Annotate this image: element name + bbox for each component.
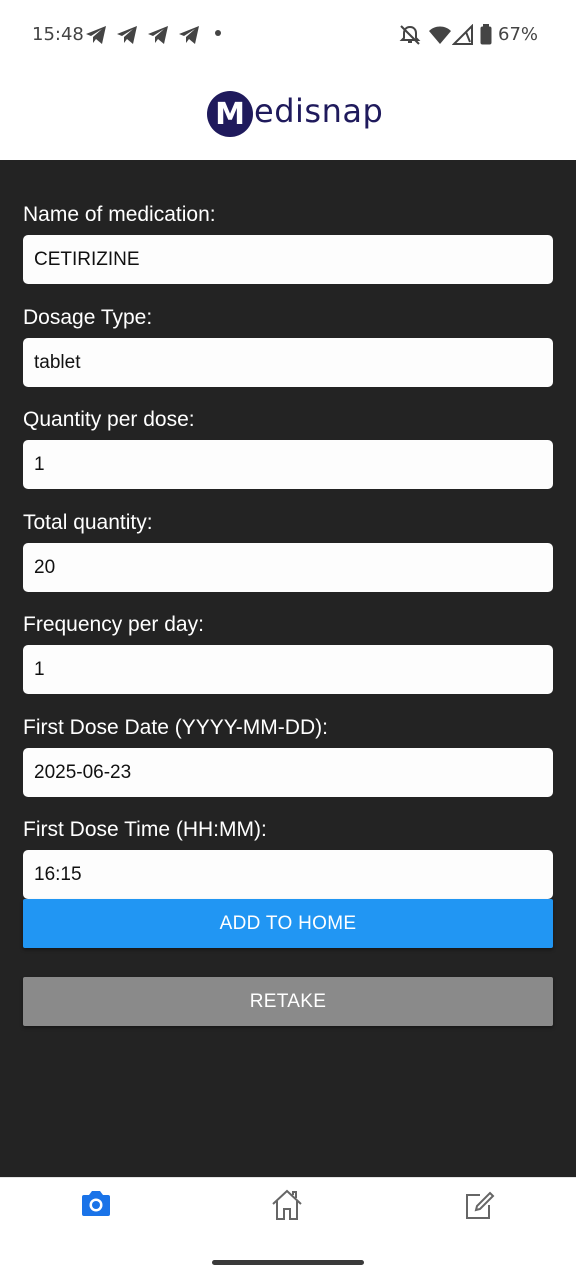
quantity-per-dose-label: Quantity per dose: bbox=[23, 408, 195, 431]
quantity-per-dose-input[interactable] bbox=[23, 440, 553, 489]
frequency-input[interactable] bbox=[23, 645, 553, 694]
first-dose-date-input[interactable] bbox=[23, 748, 553, 797]
telegram-icon bbox=[148, 26, 168, 44]
mute-icon bbox=[399, 25, 421, 45]
battery-icon bbox=[480, 24, 492, 45]
battery-percentage: 67% bbox=[498, 24, 539, 45]
medication-name-input[interactable] bbox=[23, 235, 553, 284]
telegram-icon bbox=[179, 26, 199, 44]
home-indicator[interactable] bbox=[212, 1260, 364, 1265]
app-logo-text: edisnap bbox=[254, 92, 384, 130]
dosage-type-input[interactable] bbox=[23, 338, 553, 387]
home-icon[interactable] bbox=[270, 1188, 304, 1222]
first-dose-time-input[interactable] bbox=[23, 850, 553, 899]
wifi-icon bbox=[429, 26, 451, 44]
name-label: Name of medication: bbox=[23, 203, 216, 226]
dosage-type-label: Dosage Type: bbox=[23, 306, 153, 329]
first-dose-time-label: First Dose Time (HH:MM): bbox=[23, 818, 267, 841]
total-quantity-input[interactable] bbox=[23, 543, 553, 592]
frequency-label: Frequency per day: bbox=[23, 613, 204, 636]
signal-icon bbox=[452, 24, 473, 45]
status-time: 15:48 bbox=[32, 24, 84, 45]
first-dose-date-label: First Dose Date (YYYY-MM-DD): bbox=[23, 716, 328, 739]
telegram-icon bbox=[86, 26, 106, 44]
retake-button[interactable]: RETAKE bbox=[23, 977, 553, 1026]
status-bar: 15:48 67% bbox=[0, 0, 576, 70]
add-to-home-button[interactable]: ADD TO HOME bbox=[23, 899, 553, 948]
total-quantity-label: Total quantity: bbox=[23, 511, 153, 534]
telegram-icon bbox=[117, 26, 137, 44]
app-logo: M bbox=[207, 91, 253, 137]
notification-dot-icon bbox=[215, 30, 221, 36]
edit-icon[interactable] bbox=[463, 1188, 495, 1222]
camera-icon[interactable] bbox=[79, 1188, 113, 1220]
